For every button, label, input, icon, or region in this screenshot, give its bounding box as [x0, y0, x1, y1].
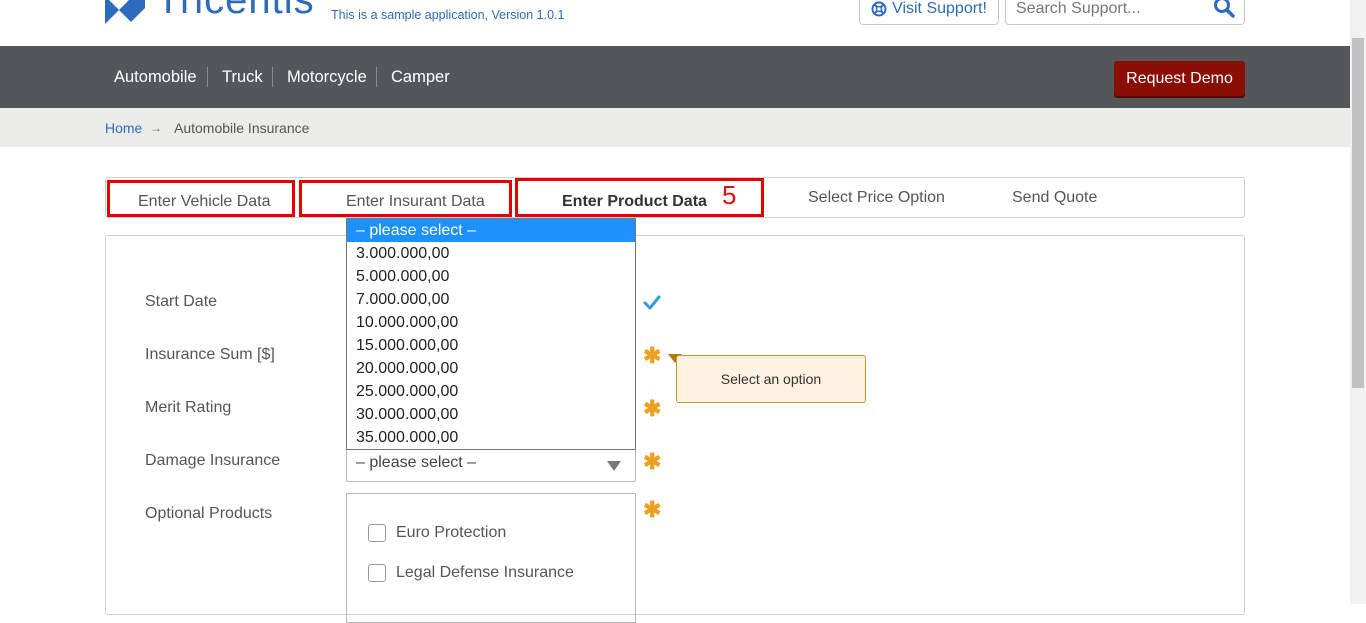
damage-insurance-label: Damage Insurance: [145, 452, 281, 469]
legal-defense-option[interactable]: Legal Defense Insurance: [368, 564, 574, 582]
breadcrumb-current: Automobile Insurance: [174, 120, 310, 136]
dropdown-option[interactable]: 30.000.000,00: [347, 403, 635, 426]
checkmark-icon: [643, 295, 661, 310]
dropdown-option[interactable]: 5.000.000,00: [347, 265, 635, 288]
euro-protection-checkbox[interactable]: [368, 524, 386, 542]
nav-separator: [272, 67, 273, 87]
search-support-input[interactable]: [1016, 0, 1206, 24]
nav-item-motorcycle[interactable]: Motorcycle: [287, 46, 367, 108]
optional-products-label: Optional Products: [145, 505, 273, 522]
scrollbar-thumb[interactable]: [1352, 38, 1364, 388]
dropdown-option[interactable]: – please select –: [347, 219, 635, 242]
breadcrumb-arrow-icon: →: [150, 121, 162, 135]
page-scrollbar[interactable]: [1350, 0, 1366, 604]
search-support-box: [1005, 0, 1245, 25]
dropdown-option[interactable]: 35.000.000,00: [347, 426, 635, 449]
breadcrumb-home-link[interactable]: Home: [105, 120, 142, 136]
damage-insurance-value: – please select –: [356, 454, 477, 471]
tab-enter-product-data[interactable]: Enter Product Data: [562, 193, 707, 211]
damage-insurance-select[interactable]: – please select –: [346, 448, 636, 482]
brand-logo-text: Tricentis: [156, 0, 315, 22]
start-date-label: Start Date: [145, 293, 218, 310]
euro-protection-option[interactable]: Euro Protection: [368, 524, 506, 542]
tab-enter-insurant-data[interactable]: Enter Insurant Data: [346, 193, 485, 211]
nav-item-camper[interactable]: Camper: [391, 46, 450, 108]
tab-enter-vehicle-data[interactable]: Enter Vehicle Data: [138, 193, 271, 211]
dropdown-option[interactable]: 10.000.000,00: [347, 311, 635, 334]
product-data-form: [105, 235, 1245, 615]
tab-send-quote[interactable]: Send Quote: [1012, 189, 1097, 207]
insurance-sum-label: Insurance Sum [$]: [145, 346, 275, 363]
step-marker: 5: [722, 180, 737, 210]
dropdown-option[interactable]: 20.000.000,00: [347, 357, 635, 380]
nav-separator: [376, 67, 377, 87]
lifebuoy-icon: [871, 1, 887, 16]
dropdown-option[interactable]: 25.000.000,00: [347, 380, 635, 403]
required-asterisk-icon: ✱: [643, 449, 662, 474]
breadcrumb: Home → Automobile Insurance: [0, 108, 1350, 147]
euro-protection-label: Euro Protection: [396, 524, 507, 541]
insurance-sum-dropdown-list[interactable]: – please select – 3.000.000,00 5.000.000…: [346, 218, 636, 450]
dropdown-option[interactable]: 15.000.000,00: [347, 334, 635, 357]
visit-support-label: Visit Support!: [892, 0, 987, 17]
main-navbar: Automobile Truck Motorcycle Camper Reque…: [0, 46, 1350, 108]
nav-item-automobile[interactable]: Automobile: [114, 46, 197, 108]
request-demo-button[interactable]: Request Demo: [1114, 61, 1245, 96]
legal-defense-label: Legal Defense Insurance: [396, 564, 574, 581]
dropdown-option[interactable]: 3.000.000,00: [347, 242, 635, 265]
visit-support-button[interactable]: Visit Support!: [859, 0, 999, 25]
chevron-down-icon: [607, 461, 621, 471]
tab-select-price-option[interactable]: Select Price Option: [808, 189, 945, 207]
required-asterisk-icon: ✱: [643, 497, 662, 522]
required-asterisk-icon: ✱: [643, 343, 662, 368]
tricentis-logo-icon: [105, 0, 145, 24]
search-icon[interactable]: [1212, 0, 1236, 19]
nav-item-truck[interactable]: Truck: [222, 46, 263, 108]
legal-defense-checkbox[interactable]: [368, 564, 386, 582]
dropdown-option[interactable]: 7.000.000,00: [347, 288, 635, 311]
nav-separator: [207, 67, 208, 87]
app-subtitle: This is a sample application, Version 1.…: [331, 8, 565, 22]
merit-rating-label: Merit Rating: [145, 399, 232, 416]
required-asterisk-icon: ✱: [643, 396, 662, 421]
validation-tooltip: Select an option: [676, 355, 866, 403]
